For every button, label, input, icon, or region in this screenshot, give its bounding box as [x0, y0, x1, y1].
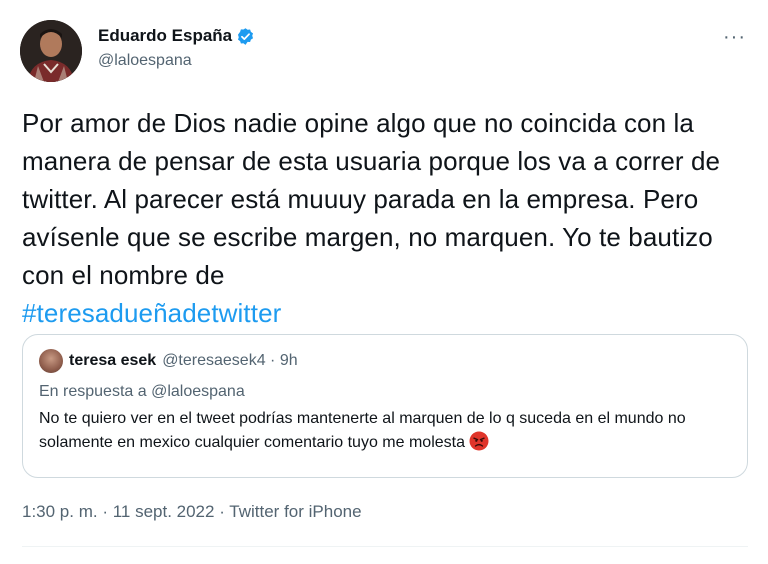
tweet-timestamp[interactable]: 1:30 p. m. · 11 sept. 2022 ·	[22, 502, 229, 521]
quoted-tweet-body: No te quiero ver en el tweet podrías man…	[39, 410, 686, 451]
reply-context: En respuesta a @laloespana	[39, 383, 731, 401]
reply-mention[interactable]: @laloespana	[151, 383, 245, 400]
quoted-author-handle-time: @teresaesek4 · 9h	[162, 352, 298, 369]
reply-prefix: En respuesta a	[39, 383, 147, 400]
tweet-body: Por amor de Dios nadie opine algo que no…	[22, 108, 721, 290]
quoted-tweet-text: No te quiero ver en el tweet podrías man…	[39, 407, 731, 455]
divider	[22, 546, 748, 547]
angry-face-icon	[469, 431, 489, 451]
more-horizontal-icon[interactable]: ···	[723, 26, 746, 49]
author-avatar[interactable]	[20, 20, 82, 82]
tweet-meta: 1:30 p. m. · 11 sept. 2022 · Twitter for…	[22, 502, 362, 522]
author-handle[interactable]: @laloespana	[98, 52, 255, 70]
profile-photo-icon	[20, 20, 82, 82]
tweet-source[interactable]: Twitter for iPhone	[229, 502, 361, 521]
tweet-text: Por amor de Dios nadie opine algo que no…	[22, 104, 752, 332]
author-name-row: Eduardo España	[98, 26, 255, 46]
hashtag-link[interactable]: #teresadueñadetwitter	[22, 298, 281, 328]
tweet-card: Eduardo España @laloespana ··· Por amor …	[0, 0, 768, 564]
quoted-author-name: teresa esek	[69, 352, 157, 369]
author-info: Eduardo España @laloespana	[98, 26, 255, 70]
quoted-tweet-header: teresa esek @teresaesek4 · 9h	[39, 349, 731, 373]
author-name[interactable]: Eduardo España	[98, 26, 232, 46]
quoted-author-avatar	[39, 349, 63, 373]
quoted-tweet[interactable]: teresa esek @teresaesek4 · 9h En respues…	[22, 334, 748, 478]
verified-badge-icon	[236, 27, 255, 46]
